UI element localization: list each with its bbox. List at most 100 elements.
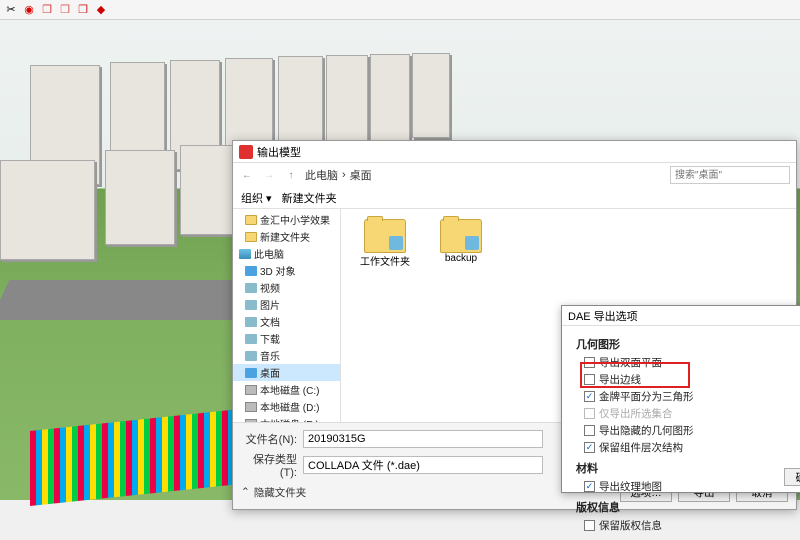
option-label: 金牌平面分为三角形 xyxy=(599,389,694,404)
tree-item-label: 音乐 xyxy=(260,348,280,363)
app-icon xyxy=(239,145,253,159)
option-material[interactable]: ✓ 导出纹理地图 xyxy=(576,478,800,495)
option-label: 导出隐藏的几何图形 xyxy=(599,423,694,438)
option-row: 仅导出所选集合 xyxy=(576,405,800,422)
tree-item[interactable]: 音乐 xyxy=(233,347,340,364)
group-material-label: 材料 xyxy=(576,460,800,476)
scissors-icon[interactable]: ✂ xyxy=(4,3,18,17)
group-geometry-label: 几何图形 xyxy=(576,336,800,352)
option-row[interactable]: 导出边线 xyxy=(576,371,800,388)
ok-button[interactable]: 确定 xyxy=(784,468,800,486)
tree-item-label: 文档 xyxy=(260,314,280,329)
tree-item-label: 下载 xyxy=(260,331,280,346)
search-input[interactable] xyxy=(670,166,790,184)
folder-icon xyxy=(245,215,257,225)
other-icon xyxy=(245,317,257,327)
blue-icon xyxy=(245,368,257,378)
option-row[interactable]: 导出双面平面 xyxy=(576,354,800,371)
nav-back-button[interactable]: ← xyxy=(239,167,255,183)
other-icon xyxy=(245,300,257,310)
folder-icon xyxy=(245,232,257,242)
checkbox-icon xyxy=(584,408,595,419)
file-label: backup xyxy=(445,253,477,264)
options-title-text: DAE 导出选项 xyxy=(568,308,638,324)
option-row[interactable]: 导出隐藏的几何图形 xyxy=(576,422,800,439)
tree-item[interactable]: 下载 xyxy=(233,330,340,347)
blue-icon xyxy=(245,266,257,276)
tree-item-label: 金汇中小学效果 xyxy=(260,212,330,227)
organize-menu[interactable]: 组织 ▾ xyxy=(241,190,272,206)
filetype-select[interactable] xyxy=(303,456,543,474)
checkbox-icon[interactable] xyxy=(584,374,595,385)
option-row[interactable]: ✓保留组件层次结构 xyxy=(576,439,800,456)
options-titlebar: DAE 导出选项 ✕ xyxy=(562,306,800,326)
option-label: 仅导出所选集合 xyxy=(599,406,673,421)
tree-item[interactable]: 本地磁盘 (E:) xyxy=(233,415,340,422)
file-item[interactable]: backup xyxy=(431,219,491,264)
tree-item[interactable]: 金汇中小学效果 xyxy=(233,211,340,228)
tree-item-label: 此电脑 xyxy=(254,246,284,261)
folder-icon xyxy=(364,219,406,253)
ruby-icon[interactable]: ◆ xyxy=(94,3,108,17)
checkbox-icon[interactable]: ✓ xyxy=(584,481,595,492)
tree-item[interactable]: 3D 对象 xyxy=(233,262,340,279)
new-folder-button[interactable]: 新建文件夹 xyxy=(282,190,337,206)
option-label: 导出纹理地图 xyxy=(599,479,662,494)
option-credit[interactable]: 保留版权信息 xyxy=(576,517,800,534)
breadcrumb-root[interactable]: 此电脑 xyxy=(305,167,338,183)
cube3-icon[interactable]: ❒ xyxy=(76,3,90,17)
tree-item[interactable]: 本地磁盘 (D:) xyxy=(233,398,340,415)
viewport-3d: 输出模型 ← → ↑ 此电脑 › 桌面 组织 ▾ 新建文件夹 金汇中小学效果新建… xyxy=(0,20,800,500)
cube2-icon[interactable]: ❒ xyxy=(58,3,72,17)
checkbox-icon[interactable] xyxy=(584,425,595,436)
tree-item-label: 新建文件夹 xyxy=(260,229,310,244)
export-dialog: 输出模型 ← → ↑ 此电脑 › 桌面 组织 ▾ 新建文件夹 金汇中小学效果新建… xyxy=(232,140,797,510)
tree-item[interactable]: 文档 xyxy=(233,313,340,330)
tree-item[interactable]: 图片 xyxy=(233,296,340,313)
app-toolbar: ✂ ◉ ❒ ❒ ❒ ◆ xyxy=(0,0,800,20)
tree-item[interactable]: 此电脑 xyxy=(233,245,340,262)
nav-forward-button[interactable]: → xyxy=(261,167,277,183)
option-row[interactable]: ✓ 金牌平面分为三角形 xyxy=(576,388,800,405)
option-label: 导出双面平面 xyxy=(599,355,662,370)
option-label: 保留版权信息 xyxy=(599,518,662,533)
cube1-icon[interactable]: ❒ xyxy=(40,3,54,17)
checkbox-icon[interactable]: ✓ xyxy=(584,391,595,402)
drive-icon xyxy=(245,385,257,395)
tree-item[interactable]: 新建文件夹 xyxy=(233,228,340,245)
checkbox-icon[interactable] xyxy=(584,520,595,531)
breadcrumb[interactable]: 此电脑 › 桌面 xyxy=(305,167,664,183)
pc-icon xyxy=(239,249,251,259)
option-label: 导出边线 xyxy=(599,372,641,387)
other-icon xyxy=(245,334,257,344)
tree-item-label: 视频 xyxy=(260,280,280,295)
other-icon xyxy=(245,283,257,293)
dae-options-dialog: DAE 导出选项 ✕ 几何图形 导出双面平面导出边线 ✓ 金牌平面分为三角形仅导出所… xyxy=(561,305,800,493)
dialog-toolbar: 组织 ▾ 新建文件夹 xyxy=(233,187,796,209)
folder-tree: 金汇中小学效果新建文件夹此电脑 3D 对象视频图片文档下载音乐桌面本地磁盘 (C:… xyxy=(233,209,341,422)
red-dot-icon[interactable]: ◉ xyxy=(22,3,36,17)
drive-icon xyxy=(245,402,257,412)
chevron-icon: › xyxy=(342,169,346,181)
tree-item-label: 图片 xyxy=(260,297,280,312)
filename-label: 文件名(N): xyxy=(241,431,297,447)
dialog-titlebar: 输出模型 xyxy=(233,141,796,163)
chevron-icon: ⌃ xyxy=(241,486,250,498)
checkbox-icon[interactable] xyxy=(584,357,595,368)
file-item[interactable]: 工作文件夹 xyxy=(355,219,415,268)
breadcrumb-leaf[interactable]: 桌面 xyxy=(350,167,372,183)
tree-item[interactable]: 本地磁盘 (C:) xyxy=(233,381,340,398)
tree-item[interactable]: 桌面 xyxy=(233,364,340,381)
group-credit-label: 版权信息 xyxy=(576,499,800,515)
checkbox-icon[interactable]: ✓ xyxy=(584,442,595,453)
nav-up-button[interactable]: ↑ xyxy=(283,167,299,183)
filetype-label: 保存类型(T): xyxy=(241,451,297,479)
file-pane[interactable]: 工作文件夹backup DAE 导出选项 ✕ 几何图形 导出双面平面导出边线✓金… xyxy=(341,209,796,422)
tree-item-label: 桌面 xyxy=(260,365,280,380)
tree-item-label: 本地磁盘 (C:) xyxy=(260,382,319,397)
tree-item-label: 3D 对象 xyxy=(260,263,296,278)
filename-input[interactable] xyxy=(303,430,543,448)
file-label: 工作文件夹 xyxy=(360,253,410,268)
tree-item[interactable]: 视频 xyxy=(233,279,340,296)
hide-folders-toggle[interactable]: ⌃ 隐藏文件夹 xyxy=(241,485,306,500)
